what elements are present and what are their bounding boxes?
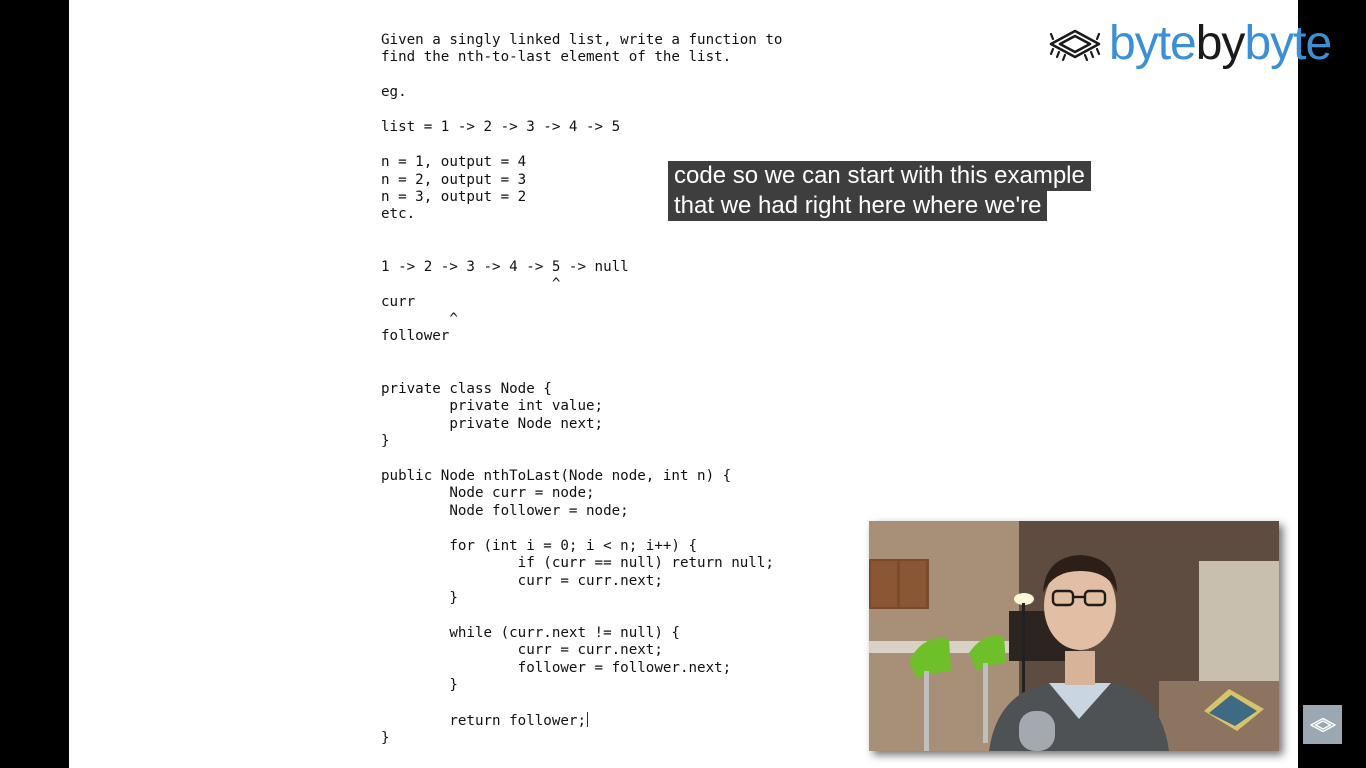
code-line: curr = curr.next; xyxy=(381,642,663,659)
code-line: list = 1 -> 2 -> 3 -> 4 -> 5 xyxy=(381,119,621,136)
code-line: return follower; xyxy=(381,712,782,729)
code-line: ^ xyxy=(381,311,458,327)
code-line: Node follower = node; xyxy=(381,502,629,519)
video-player[interactable]: Given a singly linked list, write a func… xyxy=(0,0,1366,768)
chip-icon xyxy=(1049,29,1101,62)
code-line: Given a singly linked list, write a func… xyxy=(381,32,783,48)
code-line: for (int i = 0; i < n; i++) { xyxy=(381,537,698,554)
caption-line: that we had right here where we're xyxy=(668,191,1048,221)
logo-text-byte: byte xyxy=(1109,17,1197,70)
code-line: curr xyxy=(381,293,416,310)
code-line: } xyxy=(381,677,458,694)
code-block: Given a singly linked list, write a func… xyxy=(381,32,782,747)
code-line: eg. xyxy=(381,84,407,101)
bytebybyte-logo: bytebybyte xyxy=(1045,16,1332,72)
text-cursor xyxy=(587,712,588,728)
code-line: public Node nthToLast(Node node, int n) … xyxy=(381,467,732,484)
code-line: if (curr == null) return null; xyxy=(381,555,774,572)
code-line: private int value; xyxy=(381,398,604,415)
code-line: Node curr = node; xyxy=(381,485,595,502)
logo-text-by: by xyxy=(1195,17,1246,70)
channel-watermark-icon[interactable] xyxy=(1303,705,1342,744)
code-line: } xyxy=(381,729,390,746)
code-line: ^ xyxy=(381,276,561,293)
chip-icon xyxy=(1309,717,1336,732)
code-line: find the nth-to-last element of the list… xyxy=(381,49,732,66)
code-line: } xyxy=(381,590,458,606)
code-line: follower = follower.next; xyxy=(381,659,732,676)
code-line: curr = curr.next; xyxy=(381,572,663,589)
presenter-webcam xyxy=(869,521,1279,751)
caption-line: code so we can start with this example xyxy=(668,161,1091,191)
code-line-text: return follower; xyxy=(381,713,586,730)
logo-text-byte: byte xyxy=(1244,17,1332,70)
closed-captions: code so we can start with this example t… xyxy=(668,161,1091,221)
code-line: private class Node { xyxy=(381,380,552,397)
code-line: follower xyxy=(381,328,450,345)
code-line: 1 -> 2 -> 3 -> 4 -> 5 -> null xyxy=(381,258,629,275)
code-line: } xyxy=(381,433,390,450)
code-line: private Node next; xyxy=(381,415,604,432)
logo-wordmark: bytebybyte xyxy=(1109,16,1332,72)
presenter-video xyxy=(869,521,1279,751)
code-line: while (curr.next != null) { xyxy=(381,624,680,641)
